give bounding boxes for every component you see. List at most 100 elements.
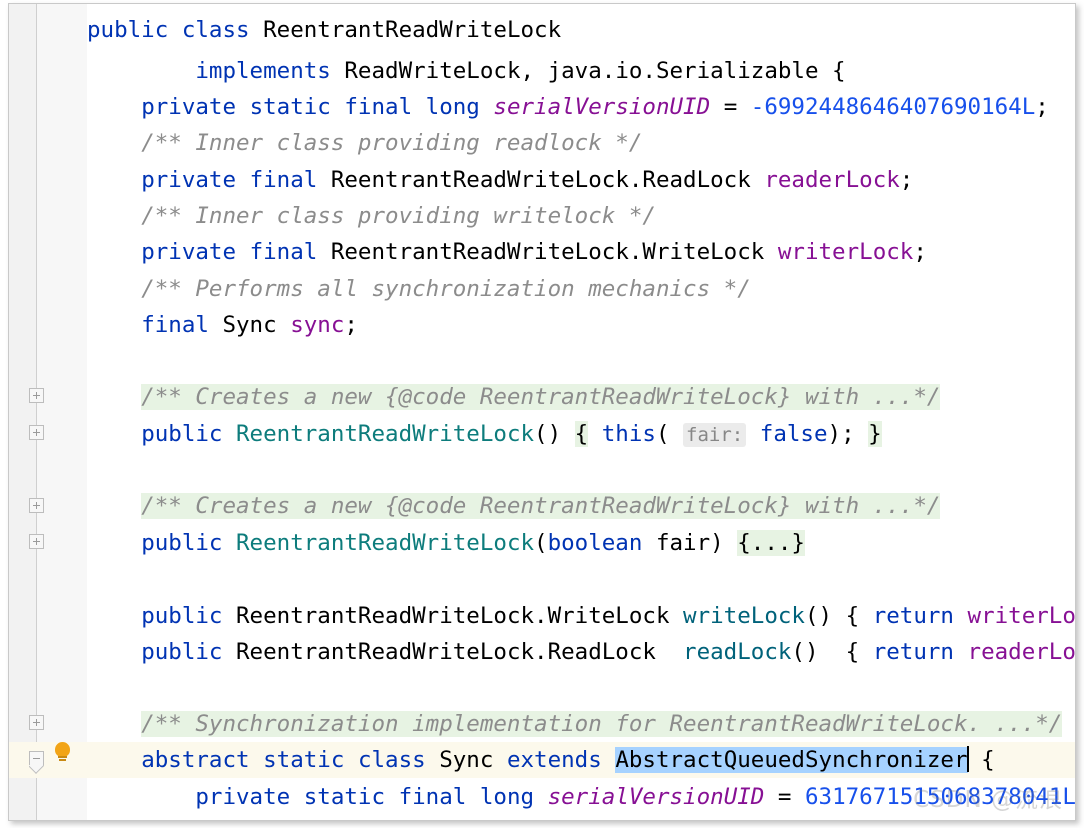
fold-expand-icon[interactable]: [29, 498, 44, 513]
code-token: -6992448646407690164L: [750, 94, 1036, 120]
code-token: final: [344, 94, 413, 120]
code-line[interactable]: final Sync sync;: [9, 307, 1075, 343]
code-token: final: [141, 312, 209, 338]
code-text-area[interactable]: public class ReentrantReadWriteLock impl…: [9, 4, 1075, 820]
code-token: ;: [344, 312, 358, 338]
code-token: class: [181, 17, 250, 43]
fold-expand-icon[interactable]: [29, 425, 44, 440]
code-token: boolean: [547, 530, 643, 556]
code-token: public: [141, 603, 223, 629]
code-token: serialVersionUID: [547, 784, 765, 810]
lightbulb-icon[interactable]: [53, 742, 73, 764]
code-token: readerLock: [967, 639, 1076, 665]
code-token: () {: [804, 603, 873, 629]
code-token: sync: [290, 312, 345, 338]
code-line[interactable]: /** Performs all synchronization mechani…: [9, 271, 1075, 307]
comment-highlight-band: /** Creates a new {@code ReentrantReadWr…: [141, 384, 941, 410]
code-token: (: [534, 530, 548, 556]
code-line[interactable]: /** Creates a new {@code ReentrantReadWr…: [9, 379, 1075, 415]
code-line[interactable]: /** Synchronization implementation for R…: [9, 706, 1075, 742]
code-token: Sync: [439, 747, 494, 773]
code-line[interactable]: abstract static class Sync extends Abstr…: [9, 742, 1075, 778]
code-line[interactable]: private final ReentrantReadWriteLock.Wri…: [9, 234, 1075, 270]
code-line-content: /** Inner class providing readlock */: [141, 130, 642, 156]
lightbulb-glass: [55, 742, 70, 757]
code-line-content: final Sync sync;: [141, 312, 358, 338]
fold-expand-icon[interactable]: [29, 388, 44, 403]
code-line[interactable]: public class ReentrantReadWriteLock: [9, 12, 1075, 48]
code-line-content: /** Performs all synchronization mechani…: [141, 276, 751, 302]
fold-expand-icon[interactable]: [29, 534, 44, 549]
code-line[interactable]: private static final long serialVersionU…: [9, 779, 1075, 815]
code-token: readerLock: [764, 167, 900, 193]
code-token: ReadWriteLock, java.io.Serializable {: [344, 58, 846, 84]
code-token: private: [195, 784, 291, 810]
code-token: private: [141, 94, 237, 120]
code-token: static: [263, 747, 345, 773]
code-line[interactable]: public ReentrantReadWriteLock(boolean fa…: [9, 525, 1075, 561]
code-line-content: abstract static class Sync extends Abstr…: [141, 746, 995, 773]
code-line-content: public ReentrantReadWriteLock.WriteLock …: [141, 603, 1075, 629]
code-token: long: [479, 784, 535, 810]
fold-collapse-bar: [33, 758, 40, 759]
code-editor-window: public class ReentrantReadWriteLock impl…: [8, 3, 1076, 821]
collapsed-fold-placeholder[interactable]: {: [574, 421, 589, 447]
screenshot-root: public class ReentrantReadWriteLock impl…: [0, 0, 1084, 828]
code-line[interactable]: private static final long serialVersionU…: [9, 89, 1075, 125]
code-line[interactable]: /** Inner class providing writelock */: [9, 198, 1075, 234]
comment-highlight-band: /** Creates a new {@code ReentrantReadWr…: [141, 493, 941, 519]
code-line[interactable]: public ReentrantReadWriteLock() { this( …: [9, 416, 1075, 452]
code-line[interactable]: private final ReentrantReadWriteLock.Rea…: [9, 162, 1075, 198]
code-line-content: public ReentrantReadWriteLock.ReadLock r…: [141, 639, 1076, 665]
code-line[interactable]: /** Creates a new {@code ReentrantReadWr…: [9, 488, 1075, 524]
code-token: ;: [899, 167, 914, 193]
code-token: ReentrantReadWriteLock.WriteLock: [330, 239, 765, 265]
code-token: writerLock: [777, 239, 914, 265]
code-line-content: private final ReentrantReadWriteLock.Wri…: [141, 239, 927, 265]
code-line[interactable]: public ReentrantReadWriteLock.WriteLock …: [9, 598, 1075, 634]
collapsed-fold-placeholder[interactable]: }: [868, 421, 882, 447]
code-line[interactable]: implements ReadWriteLock, java.io.Serial…: [9, 53, 1075, 89]
code-token: return: [872, 603, 954, 629]
fold-expand-icon[interactable]: [29, 715, 44, 730]
code-token: ReentrantReadWriteLock.WriteLock: [236, 603, 670, 629]
fold-collapse-icon[interactable]: [29, 751, 44, 766]
code-token: );: [827, 421, 855, 447]
lightbulb-base1: [58, 756, 67, 758]
collapsed-fold-placeholder[interactable]: {...}: [737, 530, 805, 556]
code-token: public: [141, 530, 223, 556]
code-line[interactable]: public ReentrantReadWriteLock.ReadLock r…: [9, 634, 1075, 670]
code-token: (): [534, 421, 562, 447]
code-token: final: [398, 784, 467, 810]
code-line-content: private static final long serialVersionU…: [141, 94, 1049, 120]
code-line[interactable]: /** Inner class providing readlock */: [9, 125, 1075, 161]
code-line-content: public class ReentrantReadWriteLock: [87, 17, 561, 43]
code-token: public: [141, 639, 223, 665]
